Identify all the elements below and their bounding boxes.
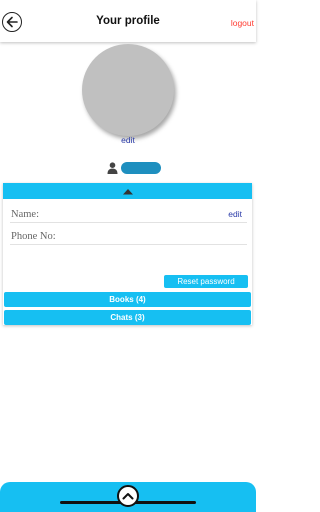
edit-details-link[interactable]: edit <box>228 209 242 219</box>
avatar[interactable] <box>82 44 174 136</box>
phone-label: Phone No: <box>11 231 56 242</box>
details-panel: Name: edit Phone No: Reset password Book… <box>3 183 252 325</box>
chats-section-button[interactable]: Chats (3) <box>4 310 251 325</box>
name-label: Name: <box>11 209 39 220</box>
top-bar: Your profile logout <box>0 0 256 42</box>
avatar-edit-link[interactable]: edit <box>0 135 256 145</box>
name-field-underline <box>10 222 247 223</box>
user-icon <box>107 162 118 174</box>
logout-link[interactable]: logout <box>231 18 254 28</box>
username-row <box>107 161 161 175</box>
page-title: Your profile <box>96 15 160 27</box>
caret-up-icon <box>122 188 133 194</box>
profile-screen: Your profile logout edit Name: edit Phon… <box>0 0 256 512</box>
chevron-up-icon <box>122 493 134 500</box>
details-collapse-bar[interactable] <box>3 183 252 199</box>
phone-field-underline <box>10 244 247 245</box>
scroll-up-button[interactable] <box>117 485 139 507</box>
books-section-button[interactable]: Books (4) <box>4 292 251 307</box>
username-badge <box>121 162 161 174</box>
reset-password-button[interactable]: Reset password <box>164 275 248 288</box>
